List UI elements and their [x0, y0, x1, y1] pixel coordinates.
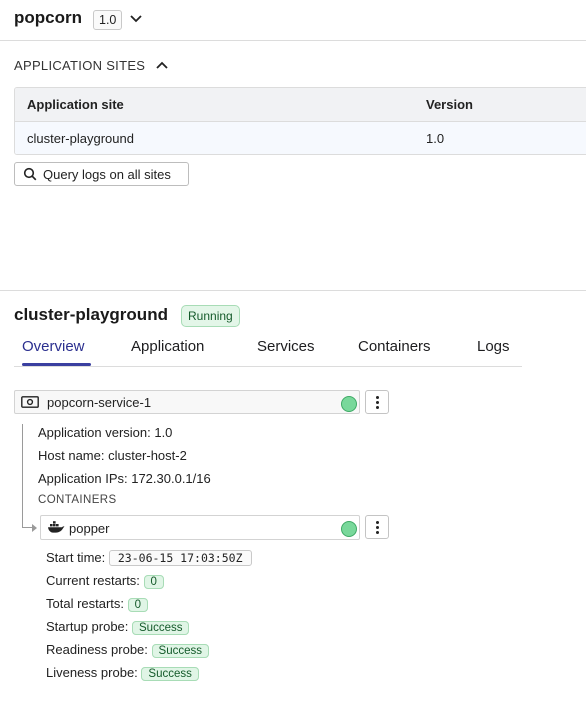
tree-connector [22, 424, 23, 528]
docker-icon [48, 521, 65, 533]
application-ips: Application IPs: 172.30.0.1/16 [38, 471, 211, 486]
readiness-probe-value: Success [151, 644, 209, 658]
application-version: Application version: 1.0 [38, 425, 173, 440]
tab-containers[interactable]: Containers [358, 338, 431, 355]
section-divider [0, 290, 586, 291]
service-row[interactable]: popcorn-service-1 [14, 390, 360, 414]
liveness-probe-label: Liveness probe: [46, 665, 138, 680]
query-logs-label: Query logs on all sites [43, 167, 171, 182]
column-header-version[interactable]: Version [426, 97, 473, 112]
tab-overview[interactable]: Overview [22, 338, 85, 355]
query-logs-button[interactable]: Query logs on all sites [14, 162, 189, 186]
service-name: popcorn-service-1 [47, 395, 152, 410]
current-restarts-value: 0 [143, 575, 164, 589]
total-restarts-label: Total restarts: [46, 596, 125, 611]
header-divider [0, 40, 586, 41]
chevron-down-icon[interactable] [128, 12, 144, 26]
total-restarts-value: 0 [127, 598, 149, 612]
app-title: popcorn [14, 8, 82, 27]
liveness-probe-value: Success [141, 667, 199, 681]
startup-probe-label: Startup probe: [46, 619, 129, 634]
cell-site: cluster-playground [27, 131, 134, 146]
application-sites-table: Application site Version cluster-playgro… [14, 87, 586, 155]
start-time-label: Start time: [46, 550, 106, 565]
readiness-probe-label: Readiness probe: [46, 642, 148, 657]
cell-version: 1.0 [426, 131, 445, 146]
service-icon [21, 396, 39, 408]
total-restarts-row: Total restarts: 0 [46, 596, 149, 612]
tab-application[interactable]: Application [131, 338, 204, 355]
start-time-row: Start time: 23-06-15 17:03:50Z [46, 550, 252, 567]
table-header: Application site Version [15, 88, 586, 122]
application-sites-title: APPLICATION SITES [14, 58, 146, 73]
startup-probe-row: Startup probe: Success [46, 619, 190, 635]
tab-logs[interactable]: Logs [477, 338, 510, 355]
tab-services[interactable]: Services [257, 338, 315, 355]
current-restarts-label: Current restarts: [46, 573, 140, 588]
readiness-probe-row: Readiness probe: Success [46, 642, 209, 658]
status-badge: Running [181, 305, 240, 327]
liveness-probe-row: Liveness probe: Success [46, 665, 199, 681]
host-name: Host name: cluster-host-2 [38, 448, 187, 463]
current-restarts-row: Current restarts: 0 [46, 573, 164, 589]
tree-arrow-icon [32, 524, 37, 532]
column-header-site[interactable]: Application site [27, 97, 124, 112]
container-menu-button[interactable] [365, 515, 389, 539]
containers-label: CONTAINERS [38, 494, 117, 506]
table-row[interactable]: cluster-playground 1.0 [15, 122, 586, 154]
site-title: cluster-playground [14, 305, 168, 324]
version-badge[interactable]: 1.0 [93, 10, 123, 30]
service-status-dot [341, 396, 357, 412]
startup-probe-value: Success [132, 621, 190, 635]
site-tabs: Overview Application Services Containers… [14, 336, 522, 367]
container-name: popper [69, 521, 110, 536]
search-icon [23, 167, 37, 181]
chevron-up-icon[interactable] [154, 58, 170, 72]
active-tab-indicator [22, 363, 91, 366]
start-time-value: 23-06-15 17:03:50Z [108, 550, 252, 566]
container-status-dot [341, 521, 357, 537]
service-menu-button[interactable] [365, 390, 389, 414]
container-row[interactable]: popper [40, 515, 360, 540]
